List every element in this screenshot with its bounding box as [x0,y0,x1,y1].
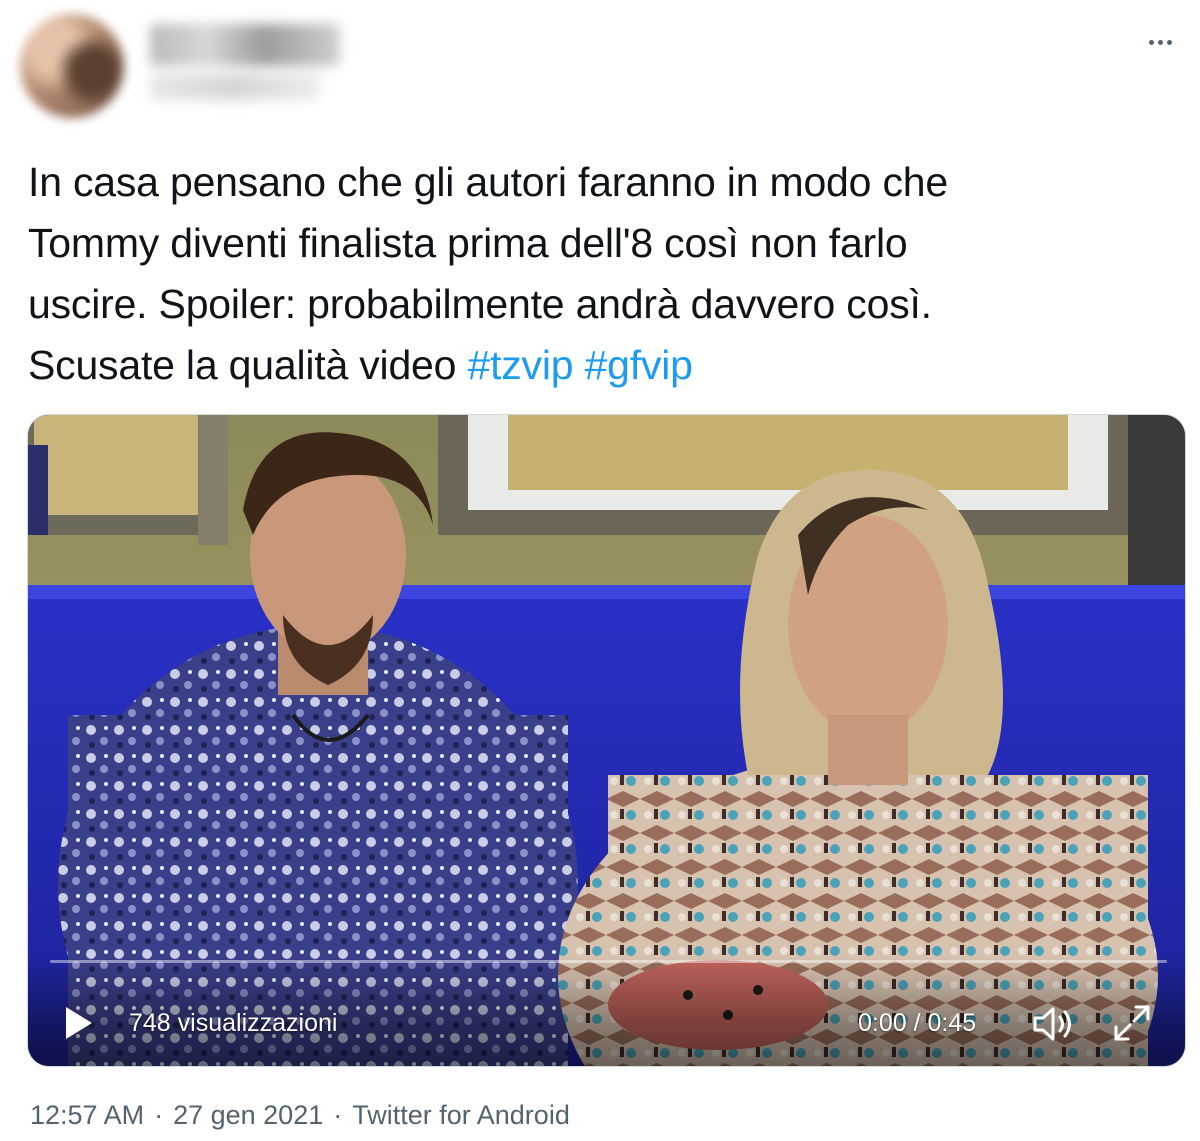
hashtag-link-tzvip[interactable]: #tzvip [467,342,573,388]
video-progress-bar[interactable] [50,960,1167,963]
display-name[interactable]: ██████ [150,24,340,66]
tweet-source-link[interactable]: Twitter for Android [352,1100,570,1130]
play-icon[interactable] [58,1003,98,1043]
user-info[interactable]: ██████ ██████ [140,18,340,108]
tweet-text-line: uscire. Spoiler: probabilmente andrà dav… [28,281,932,327]
more-options-icon[interactable] [1142,32,1178,52]
tweet-text: In casa pensano che gli autori faranno i… [28,152,1178,396]
tweet-text-line: Tommy diventi finalista prima dell'8 cos… [28,220,908,266]
view-count: 748 visualizzazioni [129,1009,338,1037]
video-time: 0:00 / 0:45 [858,1009,977,1037]
hashtag-link-gfvip[interactable]: #gfvip [585,342,693,388]
video-player[interactable]: 748 visualizzazioni 0:00 / 0:45 [27,414,1186,1067]
user-handle: ██████ [150,74,320,100]
tweet-timestamp-date[interactable]: 27 gen 2021 [173,1100,323,1130]
tweet-meta: 12:57 AM · 27 gen 2021 · Twitter for Android [30,1100,570,1131]
tweet-timestamp-time[interactable]: 12:57 AM [30,1100,144,1130]
separator: · [154,1100,164,1130]
tweet-text-line: In casa pensano che gli autori faranno i… [28,159,948,205]
avatar[interactable] [20,14,124,118]
fullscreen-icon[interactable] [1112,1003,1152,1043]
tweet-text-line: Scusate la qualità video #tzvip #gfvip [28,342,693,388]
volume-icon[interactable] [1031,1003,1079,1045]
separator: · [333,1100,343,1130]
